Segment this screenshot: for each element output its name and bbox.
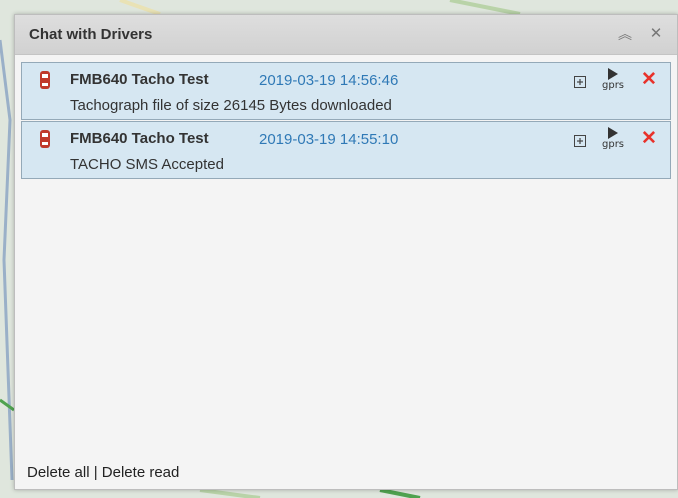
double-chevron-up-icon[interactable]: ︽: [616, 25, 634, 43]
message-sender: FMB640 Tacho Test: [70, 130, 209, 147]
gprs-label: gprs: [602, 80, 625, 91]
delete-all-link[interactable]: Delete all: [27, 464, 90, 481]
gprs-send-button[interactable]: gprs: [600, 68, 626, 94]
panel-header: Chat with Drivers ︽ ✕: [15, 15, 677, 55]
panel-title: Chat with Drivers: [29, 26, 153, 43]
footer-separator: |: [93, 464, 98, 481]
message-timestamp: 2019-03-19 14:56:46: [259, 72, 399, 89]
play-icon: [608, 68, 618, 80]
car-icon: [40, 130, 50, 148]
delete-icon[interactable]: ✕: [641, 70, 657, 90]
chat-panel: Chat with Drivers ︽ ✕ FMB640 Tacho Test …: [14, 14, 678, 490]
delete-read-link[interactable]: Delete read: [102, 464, 180, 481]
footer-actions: Delete all | Delete read: [27, 464, 179, 481]
message-text: TACHO SMS Accepted: [70, 156, 224, 173]
play-icon: [608, 127, 618, 139]
gprs-send-button[interactable]: gprs: [600, 127, 626, 153]
message-list: FMB640 Tacho Test 2019-03-19 14:56:46 gp…: [21, 62, 671, 180]
message-item[interactable]: FMB640 Tacho Test 2019-03-19 14:56:46 gp…: [21, 62, 671, 120]
expand-icon[interactable]: [573, 75, 587, 89]
delete-icon[interactable]: ✕: [641, 129, 657, 149]
expand-icon[interactable]: [573, 134, 587, 148]
message-timestamp: 2019-03-19 14:55:10: [259, 131, 399, 148]
message-text: Tachograph file of size 26145 Bytes down…: [70, 97, 392, 114]
car-icon: [40, 71, 50, 89]
message-item[interactable]: FMB640 Tacho Test 2019-03-19 14:55:10 gp…: [21, 121, 671, 179]
message-sender: FMB640 Tacho Test: [70, 71, 209, 88]
gprs-label: gprs: [602, 139, 625, 150]
close-icon[interactable]: ✕: [647, 25, 665, 43]
